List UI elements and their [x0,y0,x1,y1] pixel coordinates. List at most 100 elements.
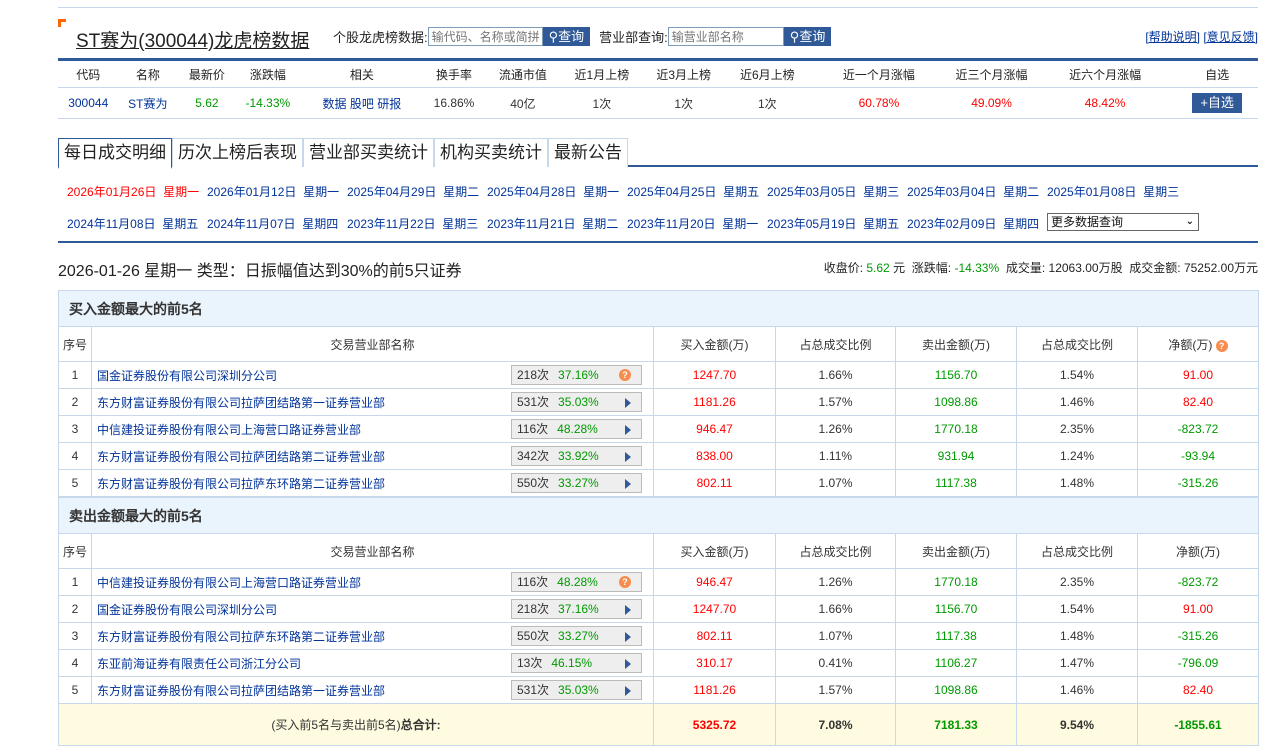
sell-ratio: 1.48% [1016,469,1138,497]
dept-stats-badge[interactable]: 116次 48.28% [511,419,642,439]
buy-amount: 1181.26 [653,388,776,416]
dept-stats-badge[interactable]: 550次 33.27% [511,473,642,493]
dept-stats-badge[interactable]: 218次 37.16% [511,599,642,619]
tab-2[interactable]: 营业部买卖统计 [303,138,434,167]
dept-link[interactable]: 东方财富证券股份有限公司拉萨东环路第二证券营业部 [97,477,385,491]
tab-1[interactable]: 历次上榜后表现 [172,138,303,167]
buy-amount: 1247.70 [653,361,776,389]
net-amount: -315.26 [1137,469,1259,497]
dept-stats-badge[interactable]: 13次 46.15% [511,653,642,673]
date-link[interactable]: 2023年02月09日 星期四 [907,215,1047,232]
sell-amount: 931.94 [895,442,1017,470]
date-link[interactable]: 2026年01月26日 星期一 [67,183,207,200]
dept-search-input[interactable] [667,27,784,46]
net-amount: 82.40 [1137,676,1259,704]
net-amount: 91.00 [1137,361,1259,389]
link-data[interactable]: 数据 [323,97,347,111]
sell-ratio: 1.48% [1016,622,1138,650]
list-6m: 1次 [725,87,809,119]
stock-change: -14.33% [236,87,300,119]
section-title: 买入金额最大的前5名 [58,290,1259,327]
dept-link[interactable]: 中信建投证券股份有限公司上海营口路证券营业部 [97,576,361,590]
tab-0[interactable]: 每日成交明细 [58,138,172,169]
column-header: 卖出金额(万) [895,533,1017,569]
help-icon[interactable]: ? [619,576,631,588]
rise-1m: 60.78% [808,87,950,119]
column-header: 序号 [58,326,92,362]
feedback-link[interactable]: [意见反馈] [1203,30,1258,44]
dept-link[interactable]: 国金证券股份有限公司深圳分公司 [97,369,277,383]
date-link[interactable]: 2025年04月29日 星期二 [347,183,487,200]
page-title[interactable]: ST赛为(300044)龙虎榜数据 [76,26,309,53]
dept-link[interactable]: 东方财富证券股份有限公司拉萨团结路第一证券营业部 [97,684,385,698]
buy-amount: 1181.26 [653,676,776,704]
dept-link[interactable]: 东方财富证券股份有限公司拉萨团结路第一证券营业部 [97,396,385,410]
date-link[interactable]: 2026年01月12日 星期一 [207,183,347,200]
stock-header-cell: 自选 [1176,59,1258,88]
more-data-select[interactable]: 更多数据查询 ⌄ [1047,213,1199,231]
dept-link[interactable]: 国金证券股份有限公司深圳分公司 [97,603,277,617]
dept-search-button[interactable]: ⚲查询 [783,27,832,46]
float-cap: 40亿 [483,87,563,119]
dept-cell: 东方财富证券股份有限公司拉萨东环路第二证券营业部 550次 33.27% [91,622,654,650]
dept-link[interactable]: 中信建投证券股份有限公司上海营口路证券营业部 [97,423,361,437]
link-research[interactable]: 研报 [377,97,401,111]
stock-name[interactable]: ST赛为 [118,87,178,119]
dept-cell: 中信建投证券股份有限公司上海营口路证券营业部 116次 48.28%? [91,568,654,596]
total-buy: 5325.72 [653,703,776,746]
date-link[interactable]: 2024年11月07日 星期四 [207,215,347,232]
top-nav-divider [58,7,1258,8]
sell-amount: 1156.70 [895,361,1017,389]
link-guba[interactable]: 股吧 [350,97,374,111]
tab-4[interactable]: 最新公告 [548,138,628,167]
stock-code[interactable]: 300044 [58,87,119,119]
turnover: 16.86% [424,87,484,119]
add-watchlist-button[interactable]: +自选 [1192,93,1243,113]
dept-cell: 东亚前海证券有限责任公司浙江分公司 13次 46.15% [91,649,654,677]
date-link[interactable]: 2025年03月05日 星期三 [767,183,907,200]
buy-ratio: 1.57% [775,388,896,416]
stock-price: 5.62 [177,87,237,119]
help-link[interactable]: [帮助说明] [1145,30,1200,44]
table-row: 5 东方财富证券股份有限公司拉萨团结路第一证券营业部 531次 35.03% 1181.… [58,676,1259,704]
list-3m: 1次 [641,87,726,119]
date-link[interactable]: 2023年11月21日 星期二 [487,215,627,232]
date-link[interactable]: 2023年05月19日 星期五 [767,215,907,232]
column-header: 占总成交比例 [775,326,896,362]
date-row: 2026年01月26日 星期一 2026年01月12日 星期一 2025年04月29… [67,183,1257,215]
net-amount: -796.09 [1137,649,1259,677]
help-icon[interactable]: ? [1215,339,1228,352]
dept-stats-badge[interactable]: 531次 35.03% [511,680,642,700]
rank: 4 [58,649,92,677]
chevron-down-icon: ⌄ [1185,216,1194,227]
dept-link[interactable]: 东方财富证券股份有限公司拉萨东环路第二证券营业部 [97,630,385,644]
sell-top5-table: 卖出金额最大的前5名 序号 交易营业部名称 买入金额(万) 占总成交比例 卖出金额(万) 占… [58,497,1259,746]
net-amount: 82.40 [1137,388,1259,416]
rank: 1 [58,568,92,596]
dept-cell: 东方财富证券股份有限公司拉萨东环路第二证券营业部 550次 33.27% [91,469,654,497]
help-icon[interactable]: ? [619,369,631,381]
date-link[interactable]: 2025年04月28日 星期一 [487,183,627,200]
tab-3[interactable]: 机构买卖统计 [434,138,548,167]
dept-stats-badge[interactable]: 116次 48.28%? [511,572,642,592]
dept-stats-badge[interactable]: 218次 37.16%? [511,365,642,385]
dept-link[interactable]: 东方财富证券股份有限公司拉萨团结路第二证券营业部 [97,450,385,464]
date-link[interactable]: 2023年11月20日 星期一 [627,215,767,232]
dept-stats-badge[interactable]: 550次 33.27% [511,626,642,646]
column-header: 占总成交比例 [775,533,896,569]
dept-link[interactable]: 东亚前海证券有限责任公司浙江分公司 [97,657,301,671]
watchlist-cell: +自选 [1176,87,1258,119]
rank: 1 [58,361,92,389]
dept-stats-badge[interactable]: 531次 35.03% [511,392,642,412]
sell-amount: 1156.70 [895,595,1017,623]
date-link[interactable]: 2025年03月04日 星期二 [907,183,1047,200]
date-link[interactable]: 2025年01月08日 星期三 [1047,183,1187,200]
table-row: 5 东方财富证券股份有限公司拉萨东环路第二证券营业部 550次 33.27% 802.1… [58,469,1259,497]
date-link[interactable]: 2024年11月08日 星期五 [67,215,207,232]
stock-search-input[interactable] [427,27,543,46]
buy-amount: 838.00 [653,442,776,470]
date-link[interactable]: 2023年11月22日 星期三 [347,215,487,232]
stock-search-button[interactable]: ⚲查询 [542,27,591,46]
dept-stats-badge[interactable]: 342次 33.92% [511,446,642,466]
date-link[interactable]: 2025年04月25日 星期五 [627,183,767,200]
